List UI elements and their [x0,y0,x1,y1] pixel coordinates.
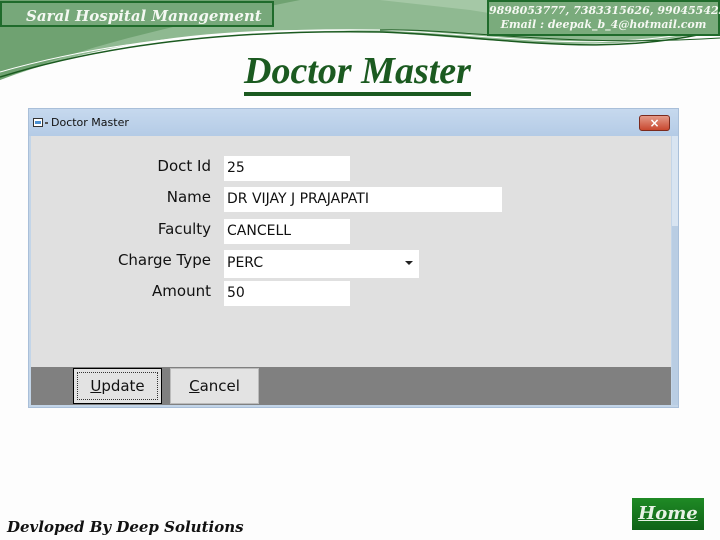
form-area: Doct Id 25 Name DR VIJAY J PRAJAPATI Fac… [31,136,671,367]
cancel-label: ancel [199,377,240,395]
vertical-scrollbar[interactable] [672,136,678,405]
home-button[interactable]: Home [632,498,704,530]
doct-id-label: Doct Id [157,157,211,175]
update-button[interactable]: Update [73,368,162,404]
close-icon: × [649,116,660,130]
app-title-banner: Saral Hospital Management [0,1,274,27]
name-label: Name [166,188,211,206]
window-close-button[interactable]: × [639,115,670,131]
cancel-button[interactable]: Cancel [170,368,259,404]
charge-type-label: Charge Type [117,251,211,269]
cancel-mnemonic: C [189,377,200,395]
name-input[interactable]: DR VIJAY J PRAJAPATI [224,187,502,212]
amount-input[interactable]: 50 [224,281,350,306]
app-title: Saral Hospital Management [26,7,262,25]
developer-credit: Devloped By Deep Solutions [7,518,244,536]
contact-phones: 9898053777, 7383315626, 9904554232 [489,4,720,17]
focus-rectangle [77,372,158,400]
faculty-label: Faculty [157,220,211,238]
window-title: Doctor Master [51,116,129,129]
charge-type-select[interactable]: PERC [224,250,419,278]
doctor-master-window: Doctor Master × Doct Id 25 Name DR VIJAY… [28,108,679,408]
doct-id-input[interactable]: 25 [224,156,350,181]
window-menu-dot-icon [45,122,48,124]
scrollbar-thumb[interactable] [672,136,678,226]
contact-email: Email : deepak_b_4@hotmail.com [500,18,707,31]
chevron-down-icon[interactable] [405,261,413,265]
page-title: Doctor Master [244,50,471,96]
button-bar: Update Cancel [31,367,671,405]
amount-label: Amount [152,282,211,300]
window-app-icon[interactable] [33,118,43,127]
window-titlebar[interactable]: Doctor Master × [29,109,678,136]
contact-banner: 9898053777, 7383315626, 9904554232 Email… [487,0,720,36]
faculty-input[interactable]: CANCELL [224,219,350,244]
charge-type-value: PERC [227,255,264,271]
